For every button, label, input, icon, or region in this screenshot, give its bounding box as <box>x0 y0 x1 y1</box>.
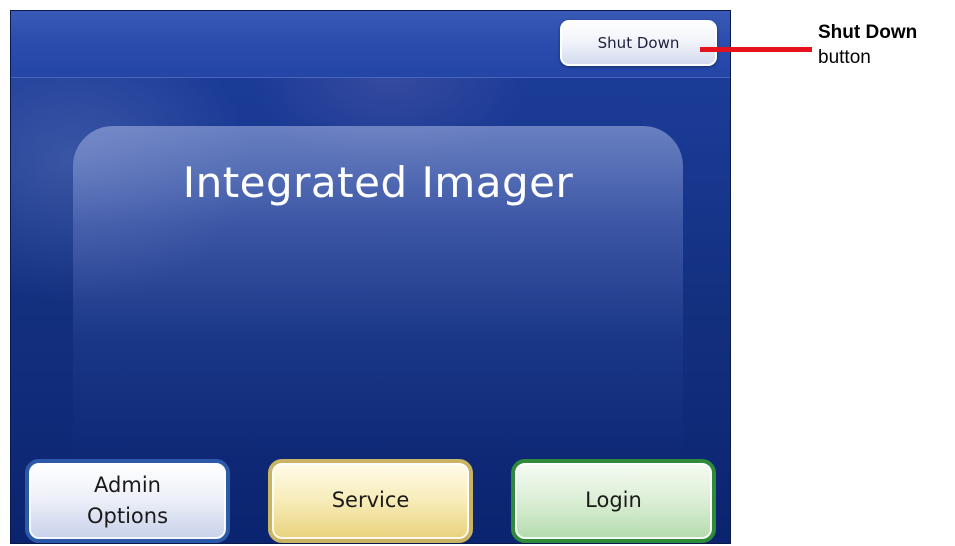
callout-title: Shut Down <box>818 22 918 43</box>
app-title: Integrated Imager <box>182 158 574 207</box>
shut-down-button[interactable]: Shut Down <box>560 20 717 66</box>
login-button[interactable]: Login <box>511 459 716 543</box>
shut-down-button-label: Shut Down <box>597 34 680 52</box>
imager-screen: Shut Down Integrated Imager Admin Option… <box>10 10 731 544</box>
top-bar: Shut Down <box>11 11 730 78</box>
admin-options-button[interactable]: Admin Options <box>25 459 230 543</box>
callout-subtitle: button <box>818 47 871 68</box>
title-panel: Integrated Imager <box>73 126 683 456</box>
callout-annotation: Shut Down button <box>818 20 917 70</box>
callout-pointer-line <box>700 47 812 52</box>
service-button[interactable]: Service <box>268 459 473 543</box>
admin-options-label: Admin Options <box>86 472 169 529</box>
service-label: Service <box>331 488 410 513</box>
login-label: Login <box>585 488 642 513</box>
